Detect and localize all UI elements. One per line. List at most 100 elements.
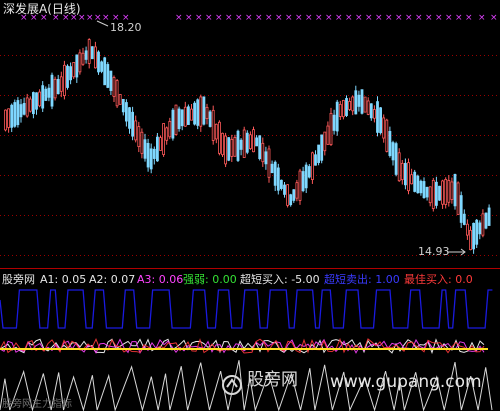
- candle-body: [50, 74, 54, 107]
- candle-body: [453, 173, 457, 207]
- candle-body: [459, 195, 463, 223]
- candle-body: [239, 139, 243, 150]
- candle-body: [248, 134, 252, 150]
- candle-body: [22, 102, 26, 115]
- candle-body: [310, 152, 314, 180]
- candle-body: [400, 162, 404, 181]
- candle-body: [224, 135, 228, 165]
- candle-body: [168, 121, 172, 138]
- candle-body: [286, 184, 290, 206]
- candle-body: [217, 121, 221, 154]
- candle-body: [183, 106, 187, 127]
- candle-body: [391, 142, 395, 161]
- candle-body: [345, 98, 348, 116]
- candle-body: [230, 138, 234, 157]
- signal-mark: ×: [102, 13, 110, 23]
- candle-body: [475, 219, 479, 245]
- candle-body: [481, 213, 485, 236]
- candle-body: [41, 85, 45, 109]
- candle-body: [376, 101, 379, 133]
- candle-body: [372, 109, 376, 119]
- candle-body: [258, 135, 262, 160]
- candle-body: [407, 162, 410, 192]
- candle-body: [403, 162, 407, 186]
- signal-mark: ×: [425, 13, 433, 23]
- signal-mark: ×: [395, 13, 403, 23]
- candle-body: [366, 100, 370, 115]
- candle-body: [252, 129, 255, 153]
- candle-body: [112, 77, 116, 97]
- candle-body: [97, 51, 100, 73]
- signal-mark: ×: [315, 13, 323, 23]
- candle-body: [267, 148, 271, 178]
- candle-body: [484, 212, 488, 229]
- indicator-value-a2: A2: 0.07: [89, 273, 136, 286]
- indicator-value-best-buy: 最佳买入: 0.0: [404, 273, 473, 286]
- signal-mark: ×: [175, 13, 183, 23]
- candle-body: [487, 207, 491, 226]
- candle-body: [332, 114, 336, 131]
- candle-body: [118, 94, 122, 105]
- indicator-value-a1: A1: 0.05: [40, 273, 87, 286]
- candle-body: [410, 174, 414, 185]
- candle-body: [233, 137, 237, 157]
- signal-mark: ×: [275, 13, 283, 23]
- candle-body: [146, 142, 150, 168]
- candle-body: [152, 148, 156, 159]
- candle-body: [298, 170, 302, 201]
- candle-body: [357, 94, 361, 107]
- candle-body: [16, 100, 20, 126]
- signal-mark: ×: [478, 13, 486, 23]
- candle-body: [121, 98, 125, 113]
- candle-body: [261, 142, 265, 163]
- candle-body: [10, 104, 14, 128]
- candle-body: [143, 139, 147, 159]
- candle-body: [78, 52, 82, 73]
- candle-body: [186, 106, 190, 125]
- candle-body: [63, 64, 66, 96]
- indicator-name: 股旁网: [2, 273, 35, 286]
- signal-mark: ×: [295, 13, 303, 23]
- candle-body: [7, 108, 10, 128]
- stock-chart: × × × × × × × × × × × × × × × × × × × × × × × × × × × × × × × × × × × × × × × ×…: [0, 13, 500, 411]
- candle-body: [397, 152, 401, 182]
- candle-body: [115, 80, 119, 107]
- candle-body: [202, 96, 206, 125]
- candle-body: [279, 179, 283, 189]
- signal-mark: ×: [435, 13, 443, 23]
- candle-body: [428, 186, 432, 204]
- signal-mark: ×: [365, 13, 373, 23]
- signal-mark: ×: [415, 13, 423, 23]
- candle-body: [478, 222, 482, 235]
- signal-mark: ×: [245, 13, 253, 23]
- candle-body: [137, 126, 141, 147]
- candle-body: [106, 64, 110, 88]
- signal-mark: ×: [205, 13, 213, 23]
- candle-body: [447, 180, 451, 203]
- candle-body: [32, 92, 35, 115]
- candle-body: [180, 109, 184, 127]
- candle-body: [13, 102, 17, 127]
- candle-body: [363, 96, 367, 113]
- signal-mark: ×: [490, 13, 498, 23]
- signal-mark: ×: [335, 13, 343, 23]
- candle-body: [199, 96, 203, 127]
- signal-mark: ×: [375, 13, 383, 23]
- candle-body: [245, 132, 249, 153]
- window-title: 深发展A(日线): [3, 2, 81, 16]
- candle-body: [66, 65, 69, 88]
- candle-body: [283, 184, 286, 195]
- candle-body: [90, 46, 94, 60]
- signal-mark: ×: [225, 13, 233, 23]
- candle-body: [155, 136, 159, 162]
- candle-body: [208, 111, 212, 127]
- candle-body: [320, 134, 324, 161]
- candle-body: [205, 106, 209, 120]
- indicator-value-short-sell: 超短卖出: 1.00: [324, 273, 400, 286]
- candle-body: [100, 61, 103, 72]
- candle-body: [472, 222, 476, 250]
- candle-body: [335, 101, 339, 132]
- signal-mark: ×: [185, 13, 193, 23]
- indicator-oscillators: [0, 337, 485, 355]
- candle-body: [416, 175, 420, 194]
